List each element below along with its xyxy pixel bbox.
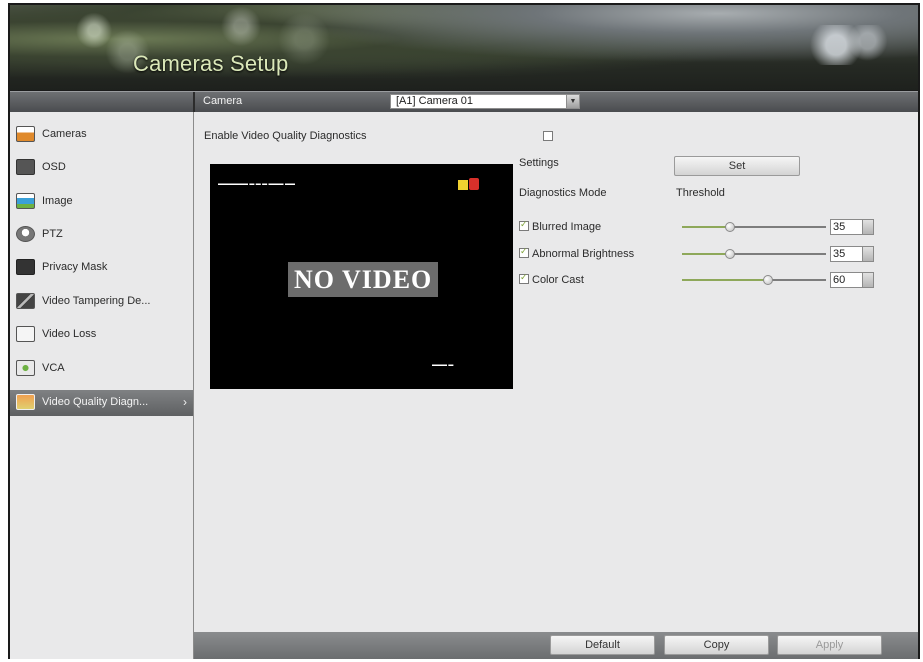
enable-diagnostics-label: Enable Video Quality Diagnostics	[204, 130, 367, 142]
stepper-arrows-icon[interactable]	[862, 273, 873, 287]
set-button[interactable]: Set	[674, 156, 800, 176]
color-cast-slider-fill	[682, 279, 768, 281]
sidebar-item-privacy-mask[interactable]: Privacy Mask	[10, 255, 193, 281]
copy-button[interactable]: Copy	[664, 635, 769, 655]
color-cast-slider-handle[interactable]	[763, 275, 773, 285]
abnormal-brightness-checkbox[interactable]	[519, 246, 529, 258]
sidebar-item-label: Video Quality Diagn...	[42, 396, 149, 408]
sidebar-item-image[interactable]: Image	[10, 189, 193, 215]
blurred-image-slider-handle[interactable]	[725, 222, 735, 232]
abnormal-brightness-value-stepper[interactable]: 35	[830, 246, 874, 262]
color-cast-value: 60	[833, 274, 846, 286]
sidebar-item-label: Image	[42, 195, 73, 207]
abnormal-brightness-value: 35	[833, 248, 846, 260]
sidebar: Cameras OSD Image PTZ Privacy Mask Video…	[10, 112, 194, 659]
default-button[interactable]: Default	[550, 635, 655, 655]
stepper-arrows-icon[interactable]	[862, 220, 873, 234]
abnormal-brightness-slider-handle[interactable]	[725, 249, 735, 259]
camera-select-bar: Camera [A1] Camera 01 ▼	[10, 91, 918, 113]
chevron-right-icon: ›	[183, 395, 187, 409]
image-icon	[16, 193, 35, 209]
camera-dropdown[interactable]: [A1] Camera 01 ▼	[390, 94, 580, 109]
sidebar-item-video-loss[interactable]: Video Loss	[10, 322, 193, 348]
sidebar-item-label: VCA	[42, 362, 65, 374]
color-cast-checkbox[interactable]	[519, 272, 529, 284]
video-preview: ▬▬▬▬▬▬ ▬ ▬ ▬ ▬▬▬ ▬▬ NO VIDEO ▬▬▬ ▬	[210, 164, 513, 389]
diagnostics-mode-value: Threshold	[676, 187, 725, 199]
abnormal-brightness-slider-track[interactable]	[730, 253, 826, 255]
color-cast-label: Color Cast	[532, 274, 584, 286]
enable-diagnostics-checkbox[interactable]	[543, 131, 553, 141]
abnormal-brightness-slider-fill	[682, 253, 730, 255]
video-loss-icon	[16, 326, 35, 342]
footer-bar: Default Copy Apply	[194, 632, 918, 659]
camera-icon	[16, 126, 35, 142]
page-title: Cameras Setup	[133, 51, 289, 76]
sidebar-item-video-tampering[interactable]: Video Tampering De...	[10, 289, 193, 315]
camera-label: Camera	[203, 95, 243, 107]
sidebar-item-cameras[interactable]: Cameras	[10, 122, 193, 148]
blurred-image-label: Blurred Image	[532, 221, 602, 233]
privacy-mask-icon	[16, 259, 35, 275]
blurred-image-slider-track[interactable]	[730, 226, 826, 228]
header-banner: Cameras Setup	[10, 5, 918, 90]
no-video-text: NO VIDEO	[288, 262, 439, 297]
sidebar-item-vca[interactable]: VCA	[10, 356, 193, 382]
color-cast-value-stepper[interactable]: 60	[830, 272, 874, 288]
sidebar-item-label: PTZ	[42, 228, 63, 240]
video-tampering-icon	[16, 293, 35, 309]
color-cast-slider-track[interactable]	[768, 279, 826, 281]
chevron-down-icon[interactable]: ▼	[566, 95, 579, 108]
blurred-image-slider-fill	[682, 226, 730, 228]
vca-icon	[16, 360, 35, 376]
ptz-icon	[16, 226, 35, 242]
blurred-image-checkbox[interactable]	[519, 219, 529, 231]
sidebar-item-label: Privacy Mask	[42, 261, 108, 273]
osd-camera-name-overlay: ▬▬▬ ▬	[432, 362, 454, 368]
sidebar-item-video-quality-diagnostics[interactable]: Video Quality Diagn... ›	[10, 390, 193, 416]
blurred-image-value: 35	[833, 221, 846, 233]
sidebar-item-label: Video Loss	[42, 328, 97, 340]
record-icon	[458, 180, 468, 190]
abnormal-brightness-label: Abnormal Brightness	[532, 248, 635, 260]
blurred-image-value-stepper[interactable]: 35	[830, 219, 874, 235]
osd-datetime-overlay: ▬▬▬▬▬▬ ▬ ▬ ▬ ▬▬▬ ▬▬	[218, 181, 295, 187]
header-bokeh	[800, 25, 890, 65]
sidebar-item-label: Cameras	[42, 128, 87, 140]
diagnostics-mode-label: Diagnostics Mode	[519, 187, 607, 199]
settings-label: Settings	[519, 157, 559, 169]
main-panel: Enable Video Quality Diagnostics ▬▬▬▬▬▬ …	[194, 112, 918, 632]
header-foliage	[10, 5, 430, 90]
stepper-arrows-icon[interactable]	[862, 247, 873, 261]
camera-dropdown-value: [A1] Camera 01	[396, 95, 474, 107]
sidebar-item-label: Video Tampering De...	[42, 295, 151, 307]
video-quality-icon	[16, 394, 35, 410]
topbar-divider	[193, 92, 195, 112]
sidebar-item-osd[interactable]: OSD	[10, 155, 193, 181]
sidebar-item-label: OSD	[42, 161, 66, 173]
apply-button[interactable]: Apply	[777, 635, 882, 655]
sidebar-item-ptz[interactable]: PTZ	[10, 222, 193, 248]
alarm-icon	[469, 178, 479, 190]
osd-icon	[16, 159, 35, 175]
